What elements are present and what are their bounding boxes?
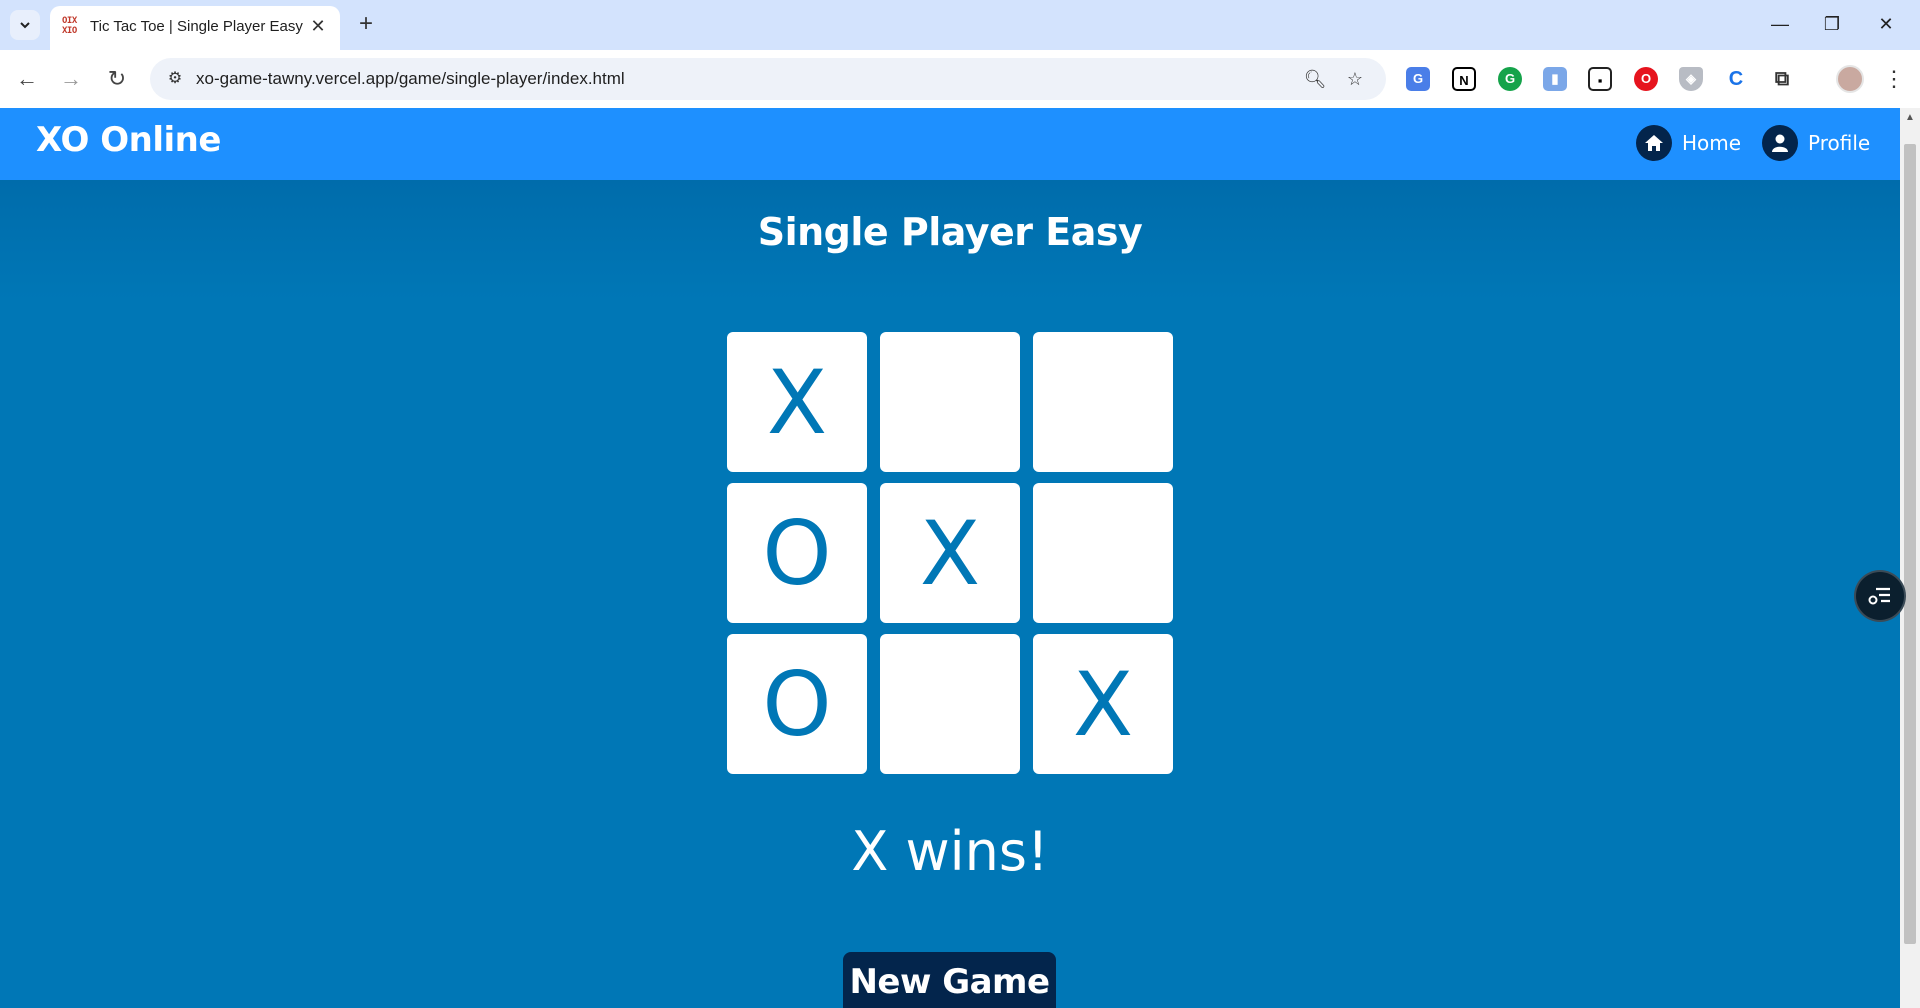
minimize-button[interactable]: —	[1760, 8, 1800, 40]
page-title: Single Player Easy	[757, 210, 1143, 254]
tune-icon: ⚙	[167, 70, 183, 87]
floating-extension-button[interactable]	[1854, 570, 1906, 622]
extensions-button[interactable]: ⧉	[1770, 67, 1794, 91]
shield-extension[interactable]: ◈	[1679, 67, 1703, 91]
star-icon: ☆	[1346, 69, 1364, 89]
board-cell-4[interactable]: O	[727, 483, 867, 623]
list-settings-icon	[1868, 587, 1890, 605]
notion-icon: N	[1459, 73, 1469, 88]
opera-icon: O	[1640, 71, 1652, 86]
close-window-button[interactable]: ✕	[1866, 8, 1906, 40]
board-cell-7[interactable]: O	[727, 634, 867, 774]
close-icon: ✕	[310, 16, 326, 36]
url-text[interactable]: xo-game-tawny.vercel.app/game/single-pla…	[196, 69, 625, 89]
profile-avatar[interactable]	[1836, 65, 1864, 93]
nav-home-label: Home	[1682, 131, 1742, 155]
game-board: X O X O X	[727, 332, 1173, 774]
pip-extension[interactable]: ▪	[1588, 67, 1612, 91]
nav-home-link[interactable]: Home	[1636, 118, 1741, 168]
puzzle-icon: ⧉	[1774, 68, 1790, 90]
back-button[interactable]: ←	[12, 64, 42, 94]
translate-extension[interactable]: G	[1406, 67, 1430, 91]
zoom-icon: 🔍︎	[1303, 69, 1327, 89]
forward-button[interactable]: →	[56, 64, 86, 94]
tab-search-button[interactable]	[10, 10, 40, 40]
zoom-button[interactable]: 🔍︎	[1302, 67, 1328, 91]
site-logo[interactable]: XO Online	[36, 120, 221, 160]
notion-extension[interactable]: N	[1452, 67, 1476, 91]
translate-icon: G	[1412, 71, 1424, 86]
reload-icon: ↻	[107, 66, 127, 91]
browser-tab[interactable]: OIX XIO Tic Tac Toe | Single Player Easy …	[50, 6, 340, 50]
board-cell-3[interactable]	[1033, 332, 1173, 472]
game-status: X wins!	[851, 820, 1049, 883]
game-main: Single Player Easy X O X O X X wins! New…	[0, 180, 1900, 1008]
restore-button[interactable]: ❐	[1812, 8, 1852, 40]
reload-button[interactable]: ↻	[102, 64, 132, 94]
arrow-left-icon: ←	[16, 66, 38, 91]
board-cell-6[interactable]	[1033, 483, 1173, 623]
picture-in-picture-icon: ▪	[1597, 73, 1603, 88]
chevron-down-icon	[20, 22, 30, 29]
user-icon	[1762, 125, 1798, 161]
board-cell-8[interactable]	[880, 634, 1020, 774]
grammarly-icon: G	[1504, 71, 1516, 86]
address-bar[interactable]: ⚙ xo-game-tawny.vercel.app/game/single-p…	[150, 58, 1386, 100]
page-scrollbar[interactable]: ▲	[1900, 108, 1920, 1008]
site-header: XO Online Home Profile	[0, 108, 1900, 180]
tab-title: Tic Tac Toe | Single Player Easy	[90, 18, 303, 35]
grammarly-extension[interactable]: G	[1498, 67, 1522, 91]
board-cell-9[interactable]: X	[1033, 634, 1173, 774]
more-vert-icon: ⋮	[1883, 66, 1905, 91]
c-extension-icon: C	[1728, 68, 1744, 90]
board-cell-5[interactable]: X	[880, 483, 1020, 623]
browser-menu-button[interactable]: ⋮	[1883, 65, 1905, 93]
browser-tab-bar: OIX XIO Tic Tac Toe | Single Player Easy …	[0, 0, 1920, 50]
new-tab-button[interactable]: +	[352, 10, 380, 38]
clipboard-icon: ▮	[1551, 71, 1559, 86]
clipboard-extension[interactable]: ▮	[1543, 67, 1567, 91]
c-extension[interactable]: C	[1724, 67, 1748, 91]
home-icon	[1636, 125, 1672, 161]
tab-favicon-icon: OIX XIO	[62, 16, 77, 36]
browser-toolbar: ← → ↻ ⚙ xo-game-tawny.vercel.app/game/si…	[0, 50, 1920, 108]
close-tab-button[interactable]: ✕	[308, 16, 328, 36]
nav-profile-label: Profile	[1808, 131, 1871, 155]
scroll-thumb[interactable]	[1904, 144, 1916, 944]
shield-icon: ◈	[1686, 71, 1696, 86]
bookmark-button[interactable]: ☆	[1342, 67, 1368, 91]
plus-icon: +	[358, 10, 373, 37]
scroll-up-arrow-icon[interactable]: ▲	[1900, 110, 1920, 126]
site-info-button[interactable]: ⚙	[164, 68, 186, 90]
board-cell-1[interactable]: X	[727, 332, 867, 472]
opera-extension[interactable]: O	[1634, 67, 1658, 91]
arrow-right-icon: →	[60, 66, 82, 91]
new-game-button[interactable]: New Game	[843, 952, 1056, 1008]
board-cell-2[interactable]	[880, 332, 1020, 472]
nav-profile-link[interactable]: Profile	[1762, 118, 1870, 168]
